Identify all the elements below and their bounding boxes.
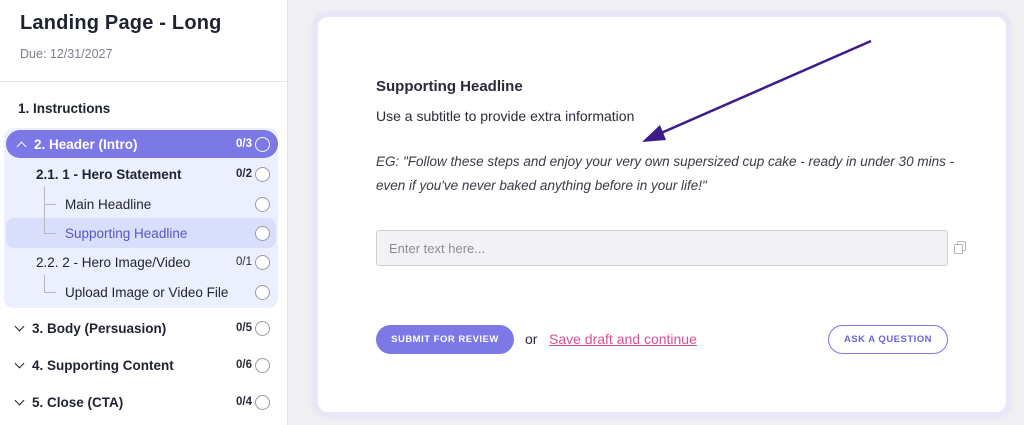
status-circle-icon [255,254,270,270]
example-line: even if you've never baked anything befo… [376,178,707,193]
status-circle-icon [255,284,270,300]
progress-count: 0/6 [236,359,252,371]
sidebar-header: Landing Page - Long Due: 12/31/2027 [0,0,287,82]
save-draft-link[interactable]: Save draft and continue [549,331,697,347]
sidebar-item-label: 2.2. 2 - Hero Image/Video [36,254,191,270]
chevron-up-icon [16,141,27,151]
sidebar-item-main-headline[interactable]: Main Headline [0,194,288,214]
chevron-down-icon [14,395,25,405]
status-circle-icon [255,225,270,241]
task-card: Supporting Headline Use a subtitle to pr… [318,17,1006,412]
sidebar-item-supporting-content[interactable]: 4. Supporting Content 0/6 [0,355,288,375]
status-circle-icon [255,136,270,152]
status-circle-icon [255,394,270,410]
sidebar-item-label: 2. Header (Intro) [34,136,138,152]
status-circle-icon [255,196,270,212]
status-circle-icon [255,320,270,336]
sidebar-item-label: Main Headline [65,196,152,212]
example-text: EG: "Follow these steps and enjoy your v… [376,150,976,198]
progress-count: 0/5 [236,322,252,334]
sidebar-item-label: Supporting Headline [65,225,188,241]
sidebar-item-label: 1. Instructions [18,100,111,116]
sidebar-item-hero-statement[interactable]: 2.1. 1 - Hero Statement 0/2 [0,164,288,184]
copy-icon[interactable] [954,241,966,254]
chevron-down-icon [14,321,25,331]
sidebar-item-upload-file[interactable]: Upload Image or Video File [0,282,288,302]
status-circle-icon [255,166,270,182]
task-title: Supporting Headline [376,78,523,95]
progress-count: 0/4 [236,396,252,408]
sidebar-item-supporting-headline[interactable]: Supporting Headline [0,223,288,243]
sidebar-item-header-intro[interactable]: 2. Header (Intro) 0/3 [0,134,288,154]
status-circle-icon [255,357,270,373]
progress-count: 0/3 [236,138,252,150]
ask-question-button[interactable]: ASK A QUESTION [828,325,948,354]
sidebar-item-instructions[interactable]: 1. Instructions [0,98,288,118]
sidebar-item-label: 2.1. 1 - Hero Statement [36,166,182,182]
sidebar: Landing Page - Long Due: 12/31/2027 1. I… [0,0,288,425]
sidebar-item-label: 5. Close (CTA) [32,394,124,410]
project-title: Landing Page - Long [20,12,222,34]
or-separator: or [525,331,538,347]
answer-input[interactable] [376,230,948,266]
sidebar-item-hero-image-video[interactable]: 2.2. 2 - Hero Image/Video 0/1 [0,252,288,272]
chevron-down-icon [14,358,25,368]
sidebar-item-label: 3. Body (Persuasion) [32,320,167,336]
sidebar-item-body[interactable]: 3. Body (Persuasion) 0/5 [0,318,288,338]
progress-count: 0/1 [236,256,252,268]
due-date: Due: 12/31/2027 [20,47,113,61]
sidebar-item-label: 4. Supporting Content [32,357,174,373]
example-line: EG: "Follow these steps and enjoy your v… [376,154,955,169]
progress-count: 0/2 [236,168,252,180]
sidebar-item-close-cta[interactable]: 5. Close (CTA) 0/4 [0,392,288,412]
task-subtitle: Use a subtitle to provide extra informat… [376,108,635,124]
submit-for-review-button[interactable]: SUBMIT FOR REVIEW [376,325,514,354]
sidebar-item-label: Upload Image or Video File [65,284,229,300]
